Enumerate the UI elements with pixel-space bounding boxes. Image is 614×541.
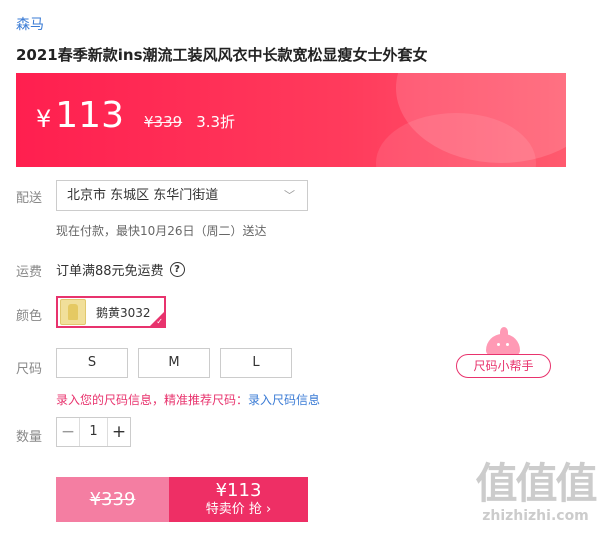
color-option-selected[interactable]: 鹅黄3032 ✓ [56, 296, 166, 328]
chevron-down-icon: ﹀ [284, 189, 295, 202]
size-option-l[interactable]: L [220, 348, 292, 378]
shipping-label: 运费 [16, 265, 43, 280]
size-helper-button[interactable]: 尺码小帮手 [456, 354, 551, 378]
shipping-text: 订单满88元免运费 [56, 264, 164, 279]
currency-symbol: ¥ [36, 105, 52, 133]
watermark-text: zhizhizhi.com [482, 508, 589, 524]
watermark-logo: 值值值 zhizhizhi.com [463, 459, 608, 525]
brand-link[interactable]: 森马 [16, 14, 44, 34]
color-label: 颜色 [16, 309, 43, 324]
price-row: ¥ 113 ¥339 3.3折 [36, 95, 235, 136]
delivery-estimate: 现在付款，最快10月26日（周二）送达 [56, 224, 267, 238]
color-option-name: 鹅黄3032 [96, 305, 151, 320]
mascot-eye-right [506, 343, 509, 346]
discount-label: 3.3折 [196, 113, 236, 131]
address-value: 北京市 东城区 东华门街道 [67, 188, 219, 203]
buy-label: 特卖价 抢 › [205, 501, 272, 517]
watermark-glyphs: 值值值 [475, 459, 597, 508]
original-price: ¥339 [144, 113, 183, 131]
size-option-m[interactable]: M [138, 348, 210, 378]
size-option-s[interactable]: S [56, 348, 128, 378]
help-icon[interactable]: ? [169, 262, 185, 277]
size-info-link[interactable]: 录入尺码信息 [248, 393, 320, 407]
shipping-info: 订单满88元免运费 ? [56, 260, 185, 279]
quantity-minus-button[interactable]: − [57, 418, 79, 446]
buy-price: ¥113 [215, 479, 262, 501]
buy-bar: ¥339 ¥113 特卖价 抢 › [56, 477, 308, 522]
quantity-stepper: − 1 + [56, 417, 131, 447]
size-label: 尺码 [16, 362, 43, 377]
buy-now-button[interactable]: ¥113 特卖价 抢 › [169, 477, 308, 522]
price-banner: ¥ 113 ¥339 3.3折 [16, 73, 566, 167]
check-icon: ✓ [156, 317, 163, 326]
delivery-label: 配送 [16, 191, 43, 206]
mascot-eye-left [497, 343, 500, 346]
size-info: 录入您的尺码信息，精准推荐尺码：录入尺码信息 [56, 391, 320, 408]
size-info-text: 录入您的尺码信息，精准推荐尺码： [56, 393, 249, 407]
buy-original-price: ¥339 [56, 477, 169, 522]
product-title: 2021春季新款ins潮流工装风风衣中长款宽松显瘦女士外套女 [16, 46, 428, 64]
mascot-icon [486, 334, 520, 356]
quantity-plus-button[interactable]: + [108, 418, 130, 446]
address-select[interactable]: 北京市 东城区 东华门街道 ﹀ [56, 180, 308, 211]
current-price: 113 [55, 95, 124, 136]
quantity-label: 数量 [16, 430, 43, 445]
color-swatch-image [60, 299, 86, 325]
quantity-input[interactable]: 1 [79, 418, 108, 446]
